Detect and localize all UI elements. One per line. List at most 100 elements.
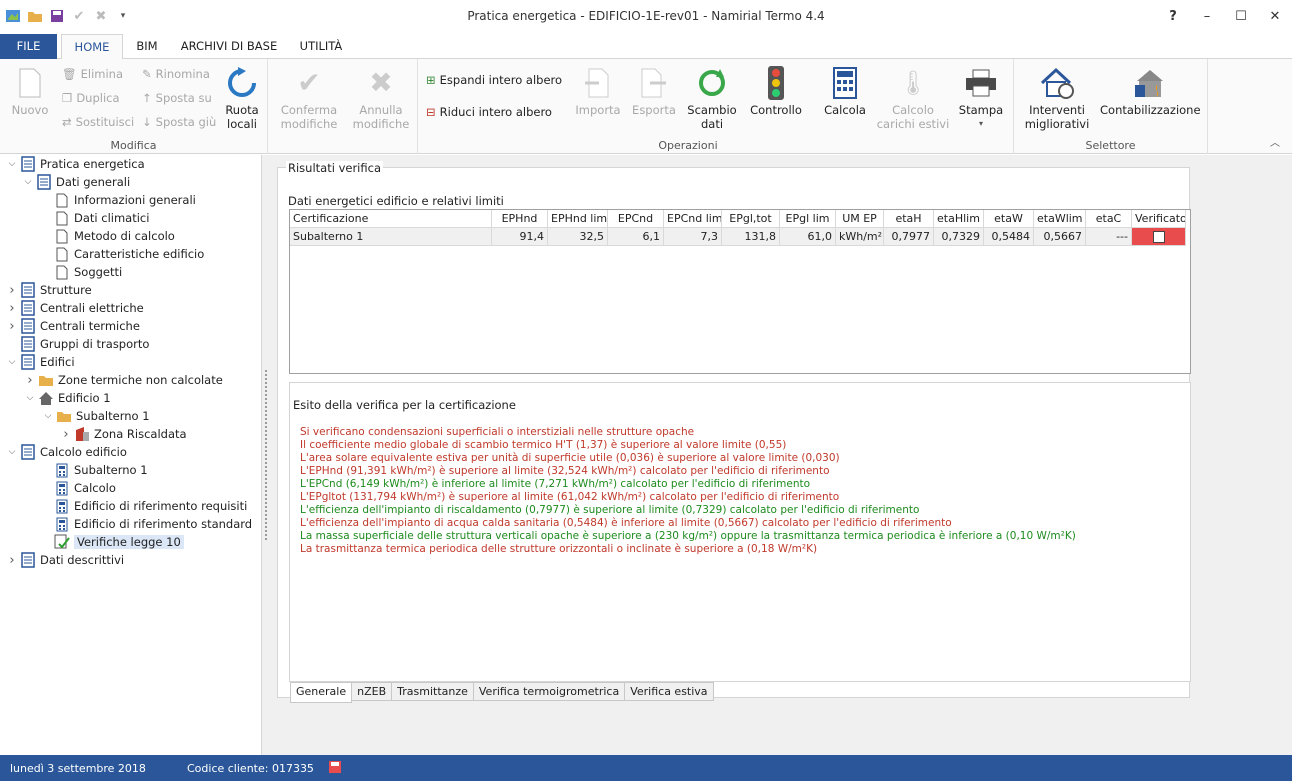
calcola-button[interactable]: Calcola [818,65,872,117]
column-header[interactable]: etaWlim [1034,210,1086,228]
espandi-albero-button[interactable]: ⊞ Espandi intero albero [426,73,562,87]
tree-node[interactable]: › Strutture [6,281,92,299]
ruota-locali-button[interactable]: Ruota locali [220,65,264,131]
tree-node-label: Metodo di calcolo [74,229,175,243]
chevron-down-icon[interactable]: ⌵ [6,447,18,457]
help-button[interactable]: ? [1156,0,1190,32]
chevron-down-icon[interactable]: ⌵ [24,393,36,403]
tree-node[interactable]: Subalterno 1 [40,461,148,479]
tree-node[interactable]: Caratteristiche edificio [40,245,204,263]
chevron-down-icon[interactable]: ⌵ [22,177,34,187]
tree-node[interactable]: ⌵ Dati generali [22,173,130,191]
status-save-icon[interactable] [328,760,342,777]
esito-message: Il coefficiente medio globale di scambio… [300,439,787,451]
chevron-right-icon[interactable]: › [6,301,18,316]
collapse-ribbon-icon[interactable]: ︿ [1270,134,1280,149]
chevron-right-icon[interactable]: › [60,427,72,442]
tree-node[interactable]: ⌵ Edifici [6,353,75,371]
column-header[interactable]: UM EP [836,210,884,228]
chevron-right-icon[interactable]: › [24,373,36,388]
duplica-button[interactable]: ❐ Duplica [62,91,120,105]
table-row[interactable]: Subalterno 1 91,4 32,5 6,1 7,3 131,8 61,0 kWh/m… [290,228,1186,246]
riduci-albero-button[interactable]: ⊟ Riduci intero albero [426,105,552,119]
tree-node[interactable]: ⌵ Calcolo edificio [6,443,127,461]
tree-node[interactable]: Gruppi di trasporto [6,335,149,353]
status-date: lunedì 3 settembre 2018 [10,762,146,775]
column-header[interactable]: EPCnd lim [664,210,722,228]
calculator-icon [54,480,70,496]
column-header[interactable]: etaW [984,210,1034,228]
tree-node[interactable]: Informazioni generali [40,191,196,209]
sposta-su-button[interactable]: ↑ Sposta su [142,91,212,105]
chevron-right-icon[interactable]: › [6,553,18,568]
verificato-checkbox[interactable] [1152,230,1165,243]
tree-node[interactable]: Edificio di riferimento requisiti [40,497,247,515]
tree-node[interactable]: Verifiche legge 10 [40,533,184,551]
column-header[interactable]: EPgl lim [780,210,836,228]
tab-home[interactable]: HOME [61,34,123,60]
tab-bim[interactable]: BIM [127,34,167,59]
column-header[interactable]: Verificato [1132,210,1186,228]
esporta-button[interactable]: Esporta [626,65,682,117]
tree-node[interactable]: ⌵ Edificio 1 [24,389,111,407]
annulla-modifiche-button[interactable]: ✖ Annulla modifiche [348,65,414,132]
tree-node[interactable]: › Dati descrittivi [6,551,124,569]
maximize-button[interactable]: ☐ [1224,0,1258,32]
column-header[interactable]: etaC [1086,210,1132,228]
calcolo-carichi-estivi-button[interactable]: 🌡 Calcolo carichi estivi [876,65,950,131]
elimina-button[interactable]: 🗑 Elimina [62,67,123,81]
tab-trasmittanze[interactable]: Trasmittanze [392,682,474,701]
sostituisci-button[interactable]: ⇄ Sostituisci [62,115,134,129]
tab-verifica-estiva[interactable]: Verifica estiva [625,682,714,701]
column-header[interactable]: EPCnd [608,210,664,228]
column-header[interactable]: EPHnd [492,210,548,228]
column-header[interactable]: Certificazione [290,210,492,228]
tree-node[interactable]: Edificio di riferimento standard [40,515,252,533]
tab-archivi-di-base[interactable]: ARCHIVI DI BASE [175,34,283,59]
tree-node[interactable]: ⌵ Subalterno 1 [42,407,150,425]
splitter-handle[interactable] [262,155,271,755]
tree-node[interactable]: › Centrali elettriche [6,299,144,317]
tab-nzeb[interactable]: nZEB [352,682,393,701]
importa-button[interactable]: Importa [570,65,626,117]
scambio-dati-button[interactable]: Scambio dati [684,65,740,131]
tree-node[interactable]: › Zona Riscaldata [60,425,186,443]
chevron-down-icon[interactable]: ⌵ [6,159,18,169]
chevron-right-icon[interactable]: › [6,283,18,298]
column-header[interactable]: EPgl,tot [722,210,780,228]
chevron-right-icon[interactable]: › [6,319,18,334]
nuovo-button[interactable]: Nuovo [8,65,52,117]
tab-utilita[interactable]: UTILITÀ [290,34,352,59]
tab-verifica-termoigrometrica[interactable]: Verifica termoigrometrica [473,682,626,701]
status-client-code: Codice cliente: 017335 [187,762,314,775]
interventi-migliorativi-button[interactable]: Interventi migliorativi [1020,65,1094,131]
tree-node[interactable]: › Centrali termiche [6,317,140,335]
conferma-modifiche-button[interactable]: ✔ Conferma modifiche [276,65,342,132]
tree-node[interactable]: Dati climatici [40,209,149,227]
contabilizzazione-button[interactable]: Contabilizzazione [1100,65,1201,117]
tree-node[interactable]: ⌵ Pratica energetica [6,155,145,173]
page-icon [54,210,70,226]
chevron-down-icon[interactable]: ⌵ [42,411,54,421]
verificato-cell [1132,228,1186,246]
tab-file[interactable]: FILE [0,34,57,59]
column-header[interactable]: etaH [884,210,934,228]
tree-node[interactable]: › Zone termiche non calcolate [24,371,222,389]
tree-node[interactable]: Soggetti [40,263,122,281]
close-button[interactable]: ✕ [1258,0,1292,32]
sposta-giu-button[interactable]: ↓ Sposta giù [142,115,216,129]
stampa-button[interactable]: Stampa ▾ [954,65,1008,131]
document-list-icon [20,300,36,316]
tree-node[interactable]: Calcolo [40,479,116,497]
tab-generale[interactable]: Generale [290,682,353,703]
rotate-icon [228,67,256,97]
house-clock-icon [1040,67,1074,99]
column-header[interactable]: EPHnd lim [548,210,608,228]
controllo-button[interactable]: Controllo [748,65,804,117]
chevron-down-icon[interactable]: ⌵ [6,357,18,367]
minimize-button[interactable]: – [1190,0,1224,32]
tree-node-label: Dati generali [56,175,131,189]
tree-node[interactable]: Metodo di calcolo [40,227,175,245]
rinomina-button[interactable]: ✎ Rinomina [142,67,210,81]
column-header[interactable]: etaHlim [934,210,984,228]
